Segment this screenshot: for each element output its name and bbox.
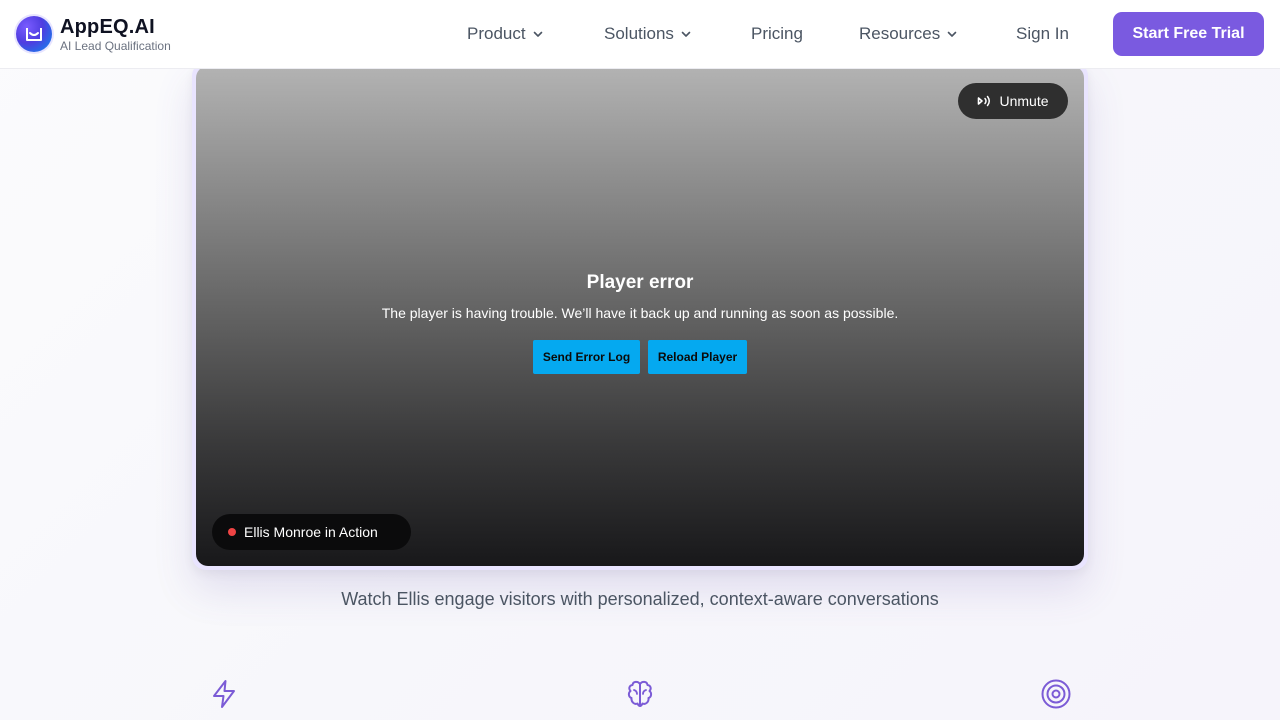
video-player[interactable]: Unmute Player error The player is having… — [196, 66, 1084, 566]
nav-product[interactable]: Product — [467, 22, 544, 46]
brand[interactable]: AppEQ.AI AI Lead Qualification — [60, 16, 171, 53]
player-error-message: The player is having trouble. We’ll have… — [381, 305, 899, 321]
chevron-down-icon — [681, 31, 691, 37]
sign-in-link[interactable]: Sign In — [1016, 22, 1069, 46]
speaker-icon — [978, 95, 991, 107]
brand-name: AppEQ.AI — [60, 16, 155, 38]
video-caption: Watch Ellis engage visitors with persona… — [341, 589, 939, 609]
live-dot-icon — [228, 528, 236, 536]
live-badge: Ellis Monroe in Action — [212, 514, 411, 550]
target-icon — [1040, 678, 1072, 710]
brand-tagline: AI Lead Qualification — [60, 39, 171, 53]
reload-player-button[interactable]: Reload Player — [648, 340, 747, 374]
chevron-down-icon — [533, 31, 542, 37]
nav-pricing[interactable]: Pricing — [751, 22, 803, 46]
player-error-title: Player error — [586, 272, 694, 293]
lightning-icon — [208, 678, 240, 710]
nav-solutions-label: Solutions — [604, 24, 674, 43]
nav-pricing-label: Pricing — [751, 24, 803, 43]
brain-icon — [624, 678, 656, 710]
nav-resources[interactable]: Resources — [859, 22, 958, 46]
nav-solutions[interactable]: Solutions — [604, 22, 692, 46]
live-badge-label: Ellis Monroe in Action — [244, 524, 378, 540]
top-navbar: AppEQ.AI AI Lead Qualification Product S… — [0, 0, 1280, 69]
start-free-trial-button[interactable]: Start Free Trial — [1113, 12, 1264, 56]
unmute-label: Unmute — [999, 93, 1049, 109]
nav-resources-label: Resources — [859, 24, 941, 43]
logo-icon[interactable] — [16, 16, 52, 52]
send-error-log-button[interactable]: Send Error Log — [533, 340, 640, 374]
chevron-down-icon — [947, 31, 957, 37]
unmute-button[interactable]: Unmute — [958, 83, 1068, 119]
nav-product-label: Product — [467, 24, 526, 43]
